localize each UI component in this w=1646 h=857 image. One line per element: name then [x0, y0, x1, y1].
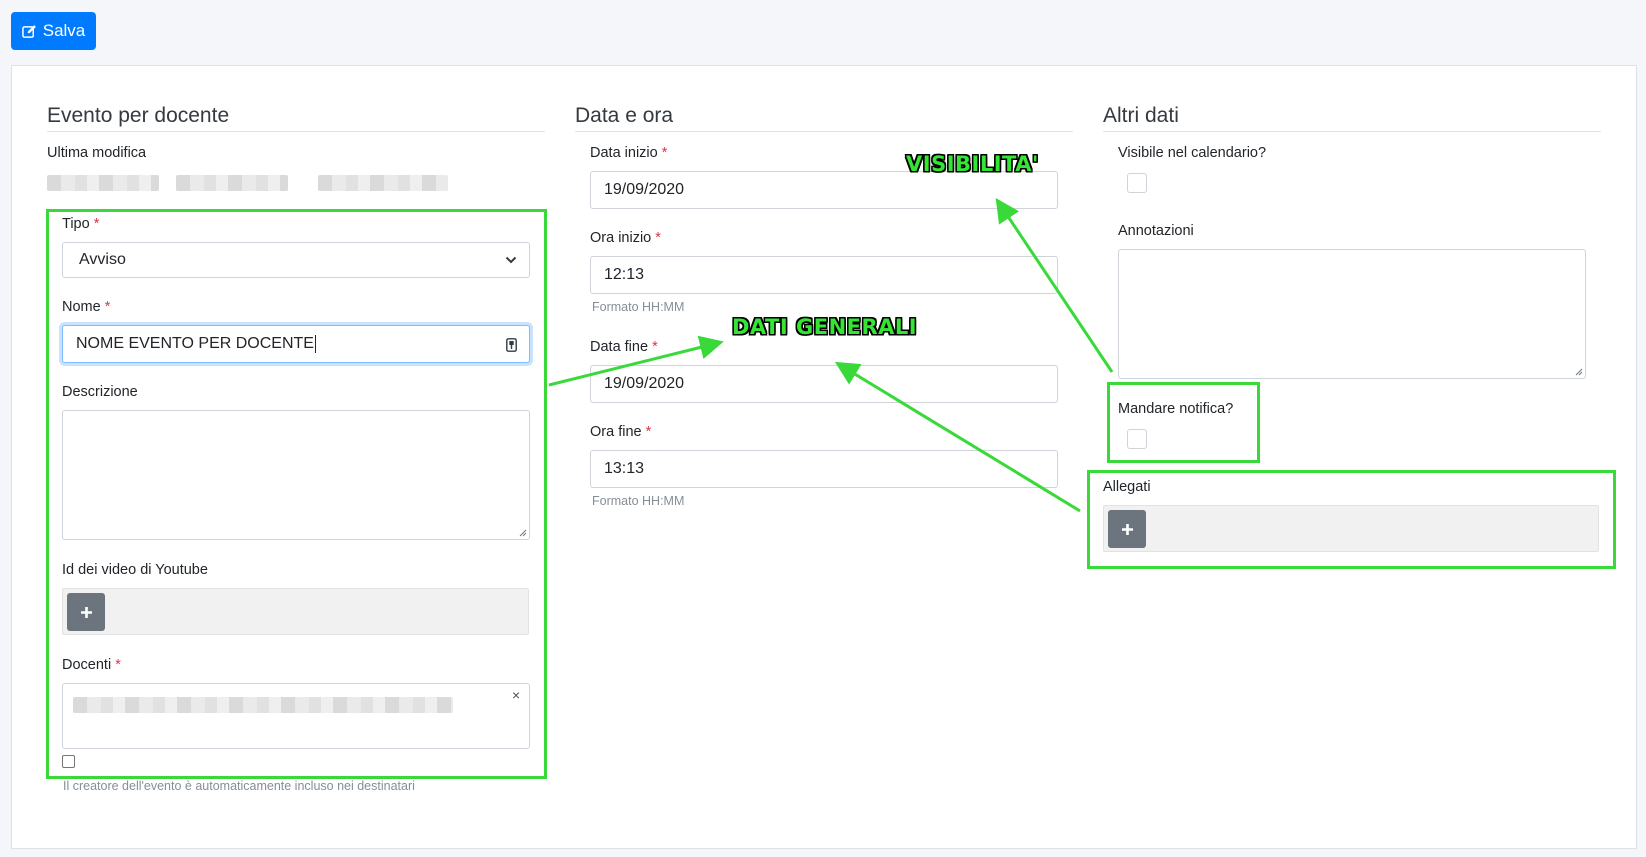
description-label: Descrizione — [62, 384, 138, 400]
last-modified-value-redacted — [176, 175, 288, 191]
start-time-value: 12:13 — [604, 266, 645, 283]
section-divider — [1103, 131, 1601, 132]
notify-label: Mandare notifica? — [1118, 401, 1234, 417]
section-divider — [47, 131, 545, 132]
last-modified-label: Ultima modifica — [47, 145, 147, 161]
section-title-datetime: Data e ora — [575, 104, 674, 127]
save-button-label: Salva — [42, 21, 86, 40]
annotation-general-label: DATI GENERALI — [732, 315, 918, 339]
section-title-other: Altri dati — [1103, 104, 1179, 127]
last-modified-value-redacted — [47, 175, 159, 191]
plus-icon — [80, 606, 92, 618]
teachers-select[interactable] — [62, 683, 530, 749]
visible-checkbox[interactable] — [1127, 173, 1147, 193]
plus-icon — [1121, 523, 1133, 535]
end-date-value: 19/09/2020 — [604, 375, 685, 392]
visible-label: Visibile nel calendario? — [1118, 145, 1267, 161]
resize-grip-icon[interactable] — [1574, 367, 1583, 376]
youtube-list — [62, 588, 529, 635]
start-date-value: 19/09/2020 — [604, 181, 685, 198]
attachments-list — [1103, 505, 1599, 552]
description-textarea[interactable] — [62, 410, 530, 540]
name-label: Nome * — [62, 299, 111, 315]
type-label: Tipo * — [62, 216, 100, 232]
attachments-label: Allegati — [1103, 479, 1151, 495]
creator-note: Il creatore dell'evento è automaticament… — [63, 779, 415, 793]
end-date-label: Data fine * — [590, 339, 658, 355]
start-time-label: Ora inizio * — [590, 230, 661, 246]
notify-checkbox[interactable] — [1127, 429, 1147, 449]
end-time-label: Ora fine * — [590, 424, 652, 440]
password-manager-icon[interactable] — [506, 338, 517, 352]
start-time-input[interactable]: 12:13 — [590, 256, 1058, 294]
start-date-input[interactable]: 19/09/2020 — [590, 171, 1058, 209]
last-modified-value-redacted — [318, 175, 448, 191]
annotation-visibility-label: VISIBILITA' — [906, 152, 1039, 176]
name-input-value: NOME EVENTO PER DOCENTE — [76, 335, 314, 352]
include-creator-checkbox[interactable] — [62, 755, 75, 768]
notes-textarea[interactable] — [1118, 249, 1586, 379]
save-button[interactable]: Salva — [11, 12, 96, 50]
section-divider — [575, 131, 1073, 132]
name-input[interactable]: NOME EVENTO PER DOCENTE — [62, 325, 530, 363]
teacher-tag-redacted — [73, 697, 453, 713]
add-youtube-button[interactable] — [67, 593, 105, 631]
end-time-value: 13:13 — [604, 460, 645, 477]
section-title-general: Evento per docente — [47, 104, 230, 127]
end-date-input[interactable]: 19/09/2020 — [590, 365, 1058, 403]
start-time-help: Formato HH:MM — [592, 300, 685, 314]
chevron-down-icon — [505, 256, 517, 264]
youtube-label: Id dei video di Youtube — [62, 562, 208, 578]
edit-icon — [21, 24, 36, 38]
clear-selection-icon[interactable]: × — [512, 688, 520, 702]
start-date-label: Data inizio * — [590, 145, 668, 161]
notes-label: Annotazioni — [1118, 223, 1194, 239]
resize-grip-icon[interactable] — [518, 528, 527, 537]
type-select[interactable]: Avviso — [62, 242, 530, 278]
type-select-value: Avviso — [79, 251, 126, 268]
teachers-label: Docenti * — [62, 657, 121, 673]
add-attachment-button[interactable] — [1108, 510, 1146, 548]
end-time-help: Formato HH:MM — [592, 494, 685, 508]
end-time-input[interactable]: 13:13 — [590, 450, 1058, 488]
